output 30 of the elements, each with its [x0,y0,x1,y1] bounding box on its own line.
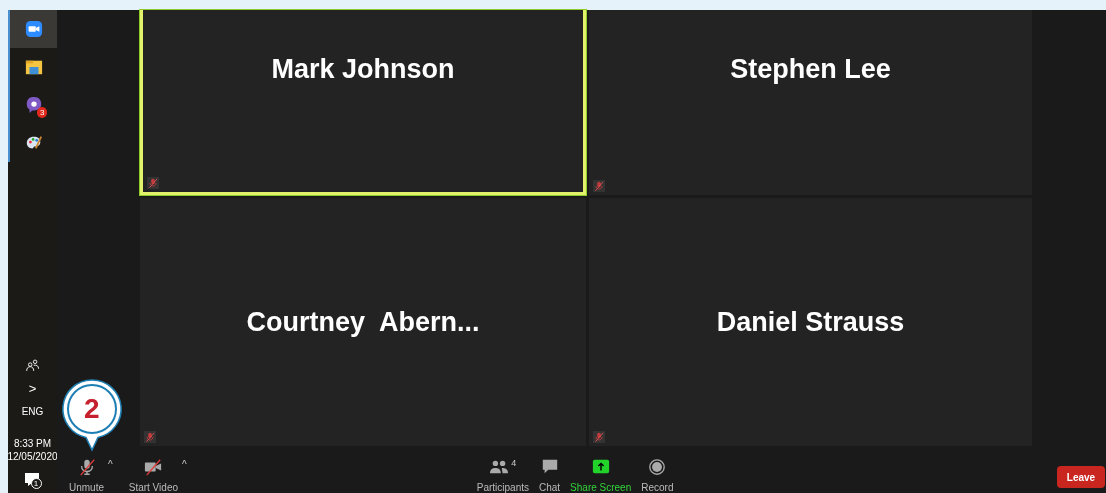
record-icon [647,458,668,476]
taskbar-app-button[interactable] [8,10,57,48]
chevron-button[interactable]: > [28,381,37,396]
share-screen-icon [590,458,611,476]
clock-time: 8:33 PM [12,437,53,450]
notification-count: 1 [30,478,42,489]
notification-badge: 3 [37,107,48,118]
video-app-icon [24,20,43,38]
caret-button[interactable]: ^ [104,453,117,470]
participant-count: 4 [511,458,517,468]
people-icon [25,359,40,373]
leave-button[interactable]: Leave [1057,466,1105,488]
participant-name: Stephen Lee [730,54,891,85]
participant-name: Courtney Abern... [246,306,480,338]
start-video-button[interactable]: Start Video [128,453,178,493]
caret-button[interactable]: ^ [178,453,191,470]
language-indicator[interactable]: ENG [21,406,44,417]
chat-app-icon [24,96,43,114]
record-button[interactable]: Record [641,453,674,493]
unmute-button[interactable]: Unmute [69,453,104,493]
chat-button[interactable]: Chat [538,453,561,493]
folder-icon [24,58,43,76]
share-screen-button[interactable]: Share Screen [570,453,632,493]
participants-button[interactable]: 4 Participants [476,453,529,493]
participant-name: Daniel Strauss [716,306,905,338]
participant-name: Mark Johnson [271,54,455,85]
palette-icon [24,134,43,152]
clock-date: 12/05/2020 [7,450,58,463]
people-icon [489,458,510,476]
step-number: 2 [84,395,100,423]
